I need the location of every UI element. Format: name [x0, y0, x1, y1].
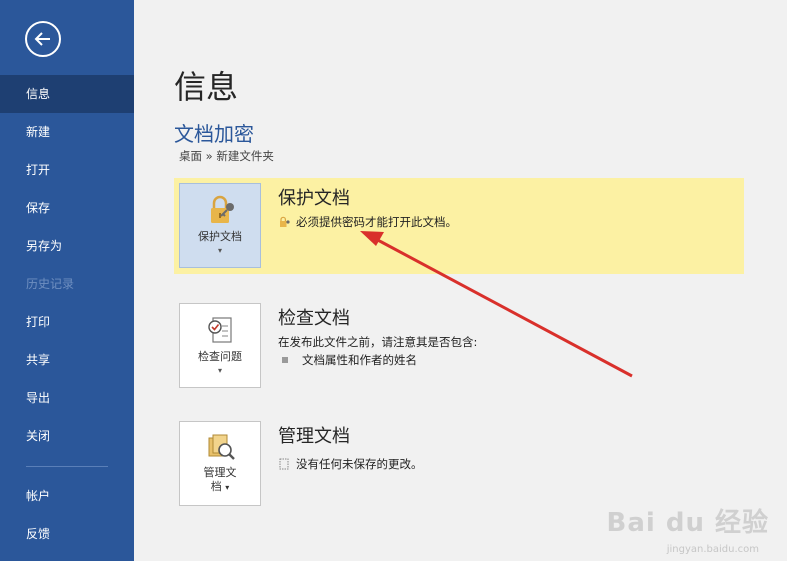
backstage-sidebar: 信息 新建 打开 保存 另存为 历史记录 打印 共享 导出 关闭 帐户 反馈 [0, 0, 134, 561]
inspect-document-bullet-text: 文档属性和作者的姓名 [302, 353, 417, 367]
back-button[interactable] [25, 21, 61, 57]
protect-document-tile-label: 保护文档 [198, 230, 242, 243]
nav-item-close[interactable]: 关闭 [0, 417, 134, 455]
nav-item-account[interactable]: 帐户 [0, 477, 134, 515]
manage-document-heading: 管理文档 [278, 426, 350, 447]
manage-document-tile-label-line2: 档 ▾ [180, 480, 260, 495]
protect-document-description: 必须提供密码才能打开此文档。 [278, 214, 457, 230]
lock-key-small-icon [280, 216, 290, 227]
nav-item-new[interactable]: 新建 [0, 113, 134, 151]
manage-document-icon [208, 434, 235, 460]
inspect-document-description: 在发布此文件之前，请注意其是否包含: [278, 335, 478, 349]
manage-document-tile-label-text: 档 [210, 480, 222, 493]
manage-document-description-text: 没有任何未保存的更改。 [296, 457, 423, 471]
info-pane: 信息 文档加密 桌面 » 新建文件夹 保护文档 ▾ 保护文档 必须提供密码才能打… [134, 0, 787, 561]
page-title: 信息 [174, 68, 239, 106]
manage-document-tile-label-line1: 管理文 [203, 466, 237, 479]
lock-key-icon [211, 195, 234, 223]
protect-document-heading: 保护文档 [278, 188, 350, 209]
nav-item-save-as[interactable]: 另存为 [0, 227, 134, 265]
chevron-down-icon: ▾ [225, 483, 230, 492]
nav-item-print[interactable]: 打印 [0, 303, 134, 341]
inspect-document-section: 检查问题 ▾ 检查文档 在发布此文件之前，请注意其是否包含: 文档属性和作者的姓… [174, 298, 744, 394]
inspect-document-heading: 检查文档 [278, 308, 350, 329]
manage-document-description: 没有任何未保存的更改。 [278, 456, 423, 472]
manage-document-section: 管理文 档 ▾ 管理文档 没有任何未保存的更改。 [174, 416, 744, 512]
nav-item-share[interactable]: 共享 [0, 341, 134, 379]
bullet-square-icon [282, 357, 288, 363]
nav-item-info[interactable]: 信息 [0, 75, 134, 113]
manage-document-button[interactable]: 管理文 档 ▾ [179, 421, 261, 506]
watermark-logo: Bai du 经验 [606, 508, 769, 538]
watermark-url: jingyan.baidu.com [666, 544, 759, 555]
nav-item-feedback[interactable]: 反馈 [0, 515, 134, 553]
chevron-down-icon: ▾ [217, 366, 222, 375]
back-arrow-icon [34, 32, 50, 46]
document-dashed-icon [279, 458, 289, 470]
protect-document-section: 保护文档 ▾ 保护文档 必须提供密码才能打开此文档。 [174, 178, 744, 274]
check-for-issues-tile-label: 检查问题 [198, 350, 242, 363]
inspect-document-bullet: 文档属性和作者的姓名 [282, 352, 417, 368]
nav-item-history: 历史记录 [26, 277, 75, 291]
nav-item-open[interactable]: 打开 [0, 151, 134, 189]
check-for-issues-button[interactable]: 检查问题 ▾ [179, 303, 261, 388]
protect-document-button[interactable]: 保护文档 ▾ [179, 183, 261, 268]
chevron-down-icon: ▾ [217, 246, 222, 255]
document-check-icon [208, 317, 232, 343]
document-title: 文档加密 [174, 122, 254, 146]
nav-divider [26, 466, 108, 467]
nav-item-export[interactable]: 导出 [0, 379, 134, 417]
document-path[interactable]: 桌面 » 新建文件夹 [179, 148, 274, 164]
protect-document-description-text: 必须提供密码才能打开此文档。 [296, 215, 457, 229]
nav-item-save[interactable]: 保存 [0, 189, 134, 227]
